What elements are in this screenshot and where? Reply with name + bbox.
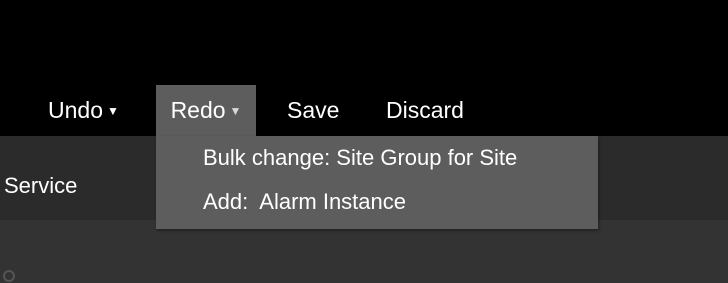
- redo-dropdown-menu: Bulk change: Site Group for Site Add: Al…: [156, 136, 598, 229]
- undo-button[interactable]: Undo ▼: [48, 85, 119, 136]
- service-column-label: Service: [4, 173, 78, 198]
- redo-button[interactable]: Redo ▼: [156, 85, 256, 136]
- content-area: [0, 220, 728, 283]
- redo-label: Redo: [170, 97, 226, 123]
- redo-menu-item-add-alarm-instance[interactable]: Add: Alarm Instance: [203, 187, 406, 217]
- undo-label: Undo: [48, 97, 103, 123]
- save-button[interactable]: Save: [287, 85, 339, 136]
- partial-row-icon: [3, 270, 15, 282]
- toolbar: Undo ▼ Redo ▼ Save Discard: [0, 85, 728, 136]
- redo-menu-item-bulk-change[interactable]: Bulk change: Site Group for Site: [203, 143, 517, 173]
- undo-dropdown-arrow-icon[interactable]: ▼: [107, 104, 119, 118]
- redo-dropdown-arrow-icon[interactable]: ▼: [230, 104, 242, 118]
- discard-button[interactable]: Discard: [386, 85, 464, 136]
